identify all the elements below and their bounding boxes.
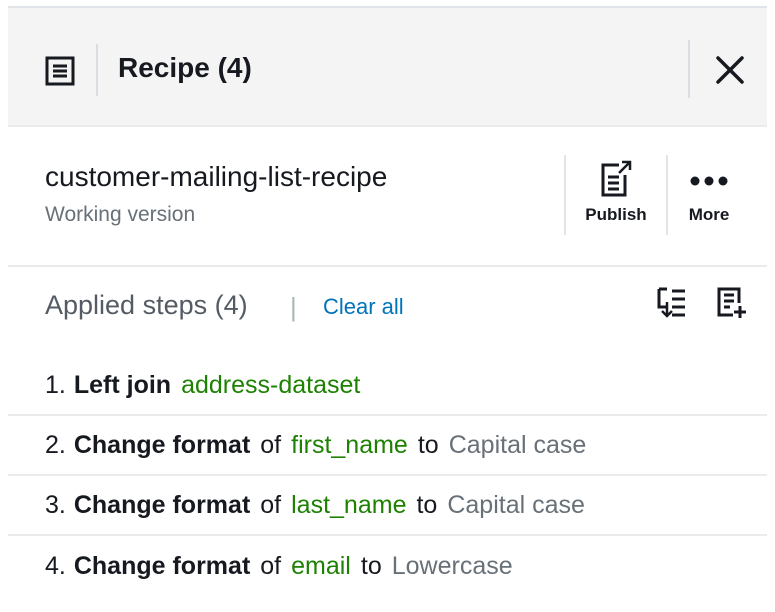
publish-icon [601,160,632,197]
recipe-panel: Recipe (4) customer-mailing-list-recipe … [0,0,775,612]
step-row[interactable]: 4. Change format of email to Lowercase [8,536,767,596]
step-connector: to [416,490,438,519]
header-divider-right [688,40,690,98]
publish-button[interactable]: Publish [576,159,656,225]
step-connector: to [360,551,382,580]
applied-steps-title: Applied steps (4) [45,290,248,320]
steps-divider: | [290,292,297,322]
step-action: Change format [73,430,251,459]
clear-all-link[interactable]: Clear all [323,294,404,320]
step-column: first_name [291,430,408,459]
step-value: Capital case [447,490,585,519]
actions-divider [564,155,566,235]
step-number: 4. [45,551,66,580]
step-number: 1. [45,370,66,399]
step-of: of [260,551,282,580]
step-of: of [260,490,282,519]
step-number: 2. [45,430,66,459]
step-value: Lowercase [391,551,513,580]
step-column: address-dataset [181,370,361,399]
step-value: Capital case [448,430,587,459]
recipe-list-icon [45,56,75,86]
close-icon[interactable] [708,48,752,92]
step-action: Change format [73,490,251,519]
recipe-version: Working version [45,203,196,226]
step-action: Left join [73,370,172,399]
panel-title: Recipe (4) [118,52,252,83]
publish-label: Publish [585,205,647,224]
panel-header: Recipe (4) [8,8,767,127]
more-label: More [688,205,730,224]
download-steps-icon[interactable] [655,285,689,319]
step-row[interactable]: 1. Left join address-dataset [8,356,767,416]
recipe-name: customer-mailing-list-recipe [45,161,388,192]
step-action: Change format [73,551,251,580]
more-icon [690,176,728,186]
header-divider [96,44,98,96]
actions-divider-2 [666,155,668,235]
import-steps-icon[interactable] [715,285,749,319]
more-button[interactable]: More [674,159,744,225]
recipe-info: customer-mailing-list-recipe Working ver… [8,125,767,267]
steps-list: 1. Left join address-dataset 2. Change f… [8,356,767,596]
step-row[interactable]: 2. Change format of first_name to Capita… [8,416,767,476]
step-row[interactable]: 3. Change format of last_name to Capital… [8,476,767,536]
step-connector: to [417,430,439,459]
step-column: email [291,551,351,580]
step-number: 3. [45,490,66,519]
step-of: of [260,430,282,459]
step-column: last_name [291,490,407,519]
